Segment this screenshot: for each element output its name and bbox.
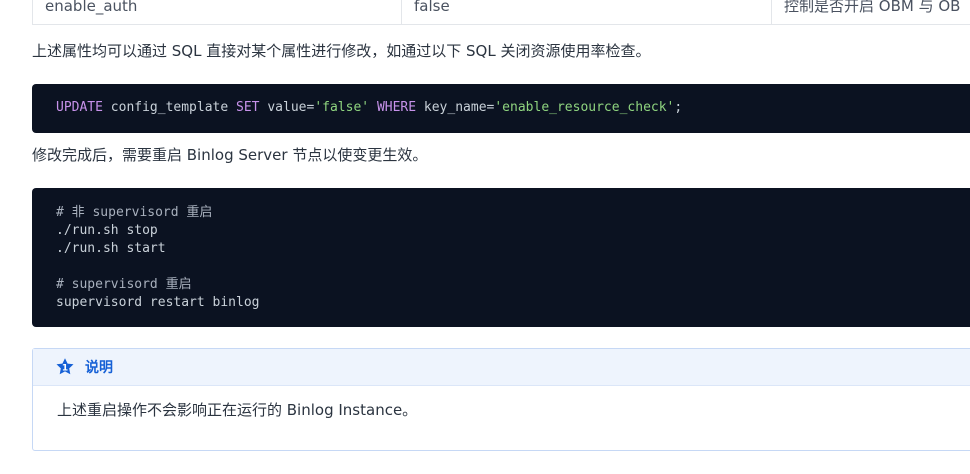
code-text: ; — [674, 100, 683, 115]
note-callout: 1 说明 上述重启操作不会影响正在运行的 Binlog Instance。 — [32, 348, 970, 451]
paragraph-restart-intro: 修改完成后，需要重启 Binlog Server 节点以使变更生效。 — [32, 146, 428, 164]
code-comment-line: # 非 supervisord 重启 — [56, 205, 213, 220]
code-line: ./run.sh stop — [56, 223, 158, 238]
code-line: ./run.sh start — [56, 241, 166, 256]
code-line: supervisord restart binlog — [56, 295, 260, 310]
table-cell-description: 控制是否开启 OBM 与 OB — [784, 0, 961, 15]
code-text: config_template — [102, 100, 237, 115]
code-keyword: UPDATE — [56, 100, 103, 115]
table-cell-key: enable_auth — [33, 0, 402, 24]
note-header: 1 说明 — [33, 349, 970, 386]
code-string: 'false' — [314, 100, 370, 115]
note-title: 说明 — [85, 360, 113, 376]
code-block-sql[interactable]: UPDATE config_template SET value='false'… — [32, 84, 970, 133]
table-row: enable_auth false 控制是否开启 OBM 与 OB — [32, 0, 970, 25]
code-text: value= — [259, 100, 315, 115]
code-keyword: WHERE — [376, 100, 417, 115]
info-star-icon: 1 — [55, 357, 75, 377]
code-string: 'enable_resource_check' — [494, 100, 675, 115]
code-keyword: SET — [236, 100, 260, 115]
paragraph-sql-intro: 上述属性均可以通过 SQL 直接对某个属性进行修改，如通过以下 SQL 关闭资源… — [32, 42, 651, 60]
code-block-shell[interactable]: # 非 supervisord 重启 ./run.sh stop ./run.s… — [32, 188, 970, 327]
table-cell-value: false — [402, 0, 772, 24]
svg-text:1: 1 — [62, 363, 68, 373]
code-text: key_name= — [416, 100, 495, 115]
note-body: 上述重启操作不会影响正在运行的 Binlog Instance。 — [57, 401, 418, 419]
code-comment-line: # supervisord 重启 — [56, 277, 192, 292]
